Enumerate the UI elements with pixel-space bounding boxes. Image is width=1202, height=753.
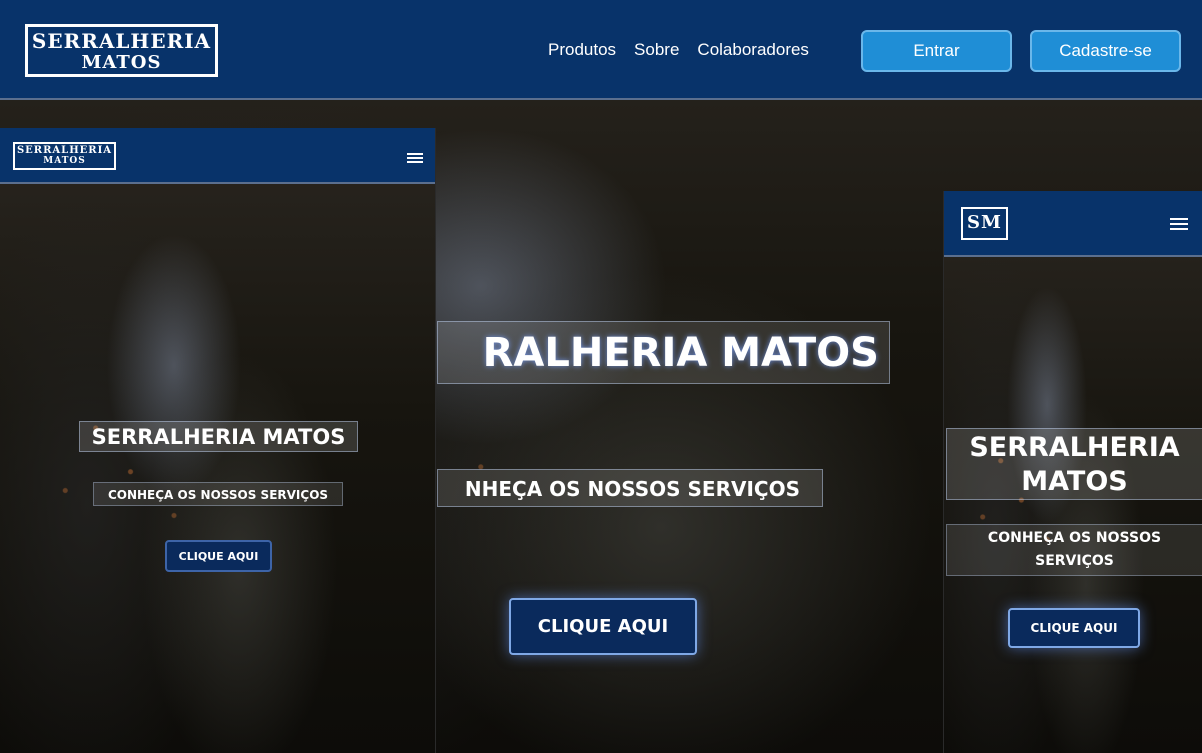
brand-logo-line1: SERRALHERIA — [31, 29, 212, 53]
tablet-view: SERRALHERIA MATOS SERRALHERIA MATOS CONH… — [0, 128, 436, 753]
tablet-header: SERRALHERIA MATOS — [0, 128, 435, 184]
login-button[interactable]: Entrar — [861, 30, 1012, 72]
nav-link-colaboradores[interactable]: Colaboradores — [697, 40, 809, 60]
hero-subtitle-line2: SERVIÇOS — [1035, 553, 1114, 569]
desktop-header: SERRALHERIA MATOS Produtos Sobre Colabor… — [0, 0, 1202, 100]
hero-subtitle: CONHEÇA OS NOSSOS SERVIÇOS — [946, 524, 1202, 576]
brand-logo-line2: MATOS — [43, 156, 86, 166]
nav-link-produtos[interactable]: Produtos — [548, 40, 616, 60]
hero-subtitle: NHEÇA OS NOSSOS SERVIÇOS — [437, 469, 823, 507]
brand-logo-line2: MATOS — [81, 52, 162, 73]
brand-monogram-logo[interactable]: SM — [961, 207, 1008, 240]
hero-cta-button[interactable]: CLIQUE AQUI — [1008, 608, 1140, 648]
hero-subtitle: CONHEÇA OS NOSSOS SERVIÇOS — [93, 482, 343, 506]
brand-logo-line1: SERRALHERIA — [16, 145, 113, 156]
signup-button[interactable]: Cadastre-se — [1030, 30, 1181, 72]
hero-subtitle-line1: CONHEÇA OS NOSSOS — [987, 530, 1162, 546]
nav-link-sobre[interactable]: Sobre — [634, 40, 679, 60]
mobile-view: SM SERRALHERIA MATOS CONHEÇA OS NOSSOS S… — [943, 191, 1202, 753]
main-nav: Produtos Sobre Colaboradores — [548, 40, 809, 60]
hero-title-line2: MATOS — [1021, 466, 1128, 497]
hero-title: RALHERIA MATOS — [437, 321, 890, 384]
hamburger-menu-icon[interactable] — [1170, 218, 1188, 230]
hamburger-menu-icon[interactable] — [407, 153, 423, 163]
hero-cta-button[interactable]: CLIQUE AQUI — [509, 598, 697, 655]
mobile-header: SM — [944, 191, 1202, 257]
hero-title: SERRALHERIA MATOS — [946, 428, 1202, 500]
hero-cta-button[interactable]: CLIQUE AQUI — [165, 540, 272, 572]
brand-logo[interactable]: SERRALHERIA MATOS — [25, 24, 218, 77]
hero-title: SERRALHERIA MATOS — [79, 421, 358, 452]
brand-logo[interactable]: SERRALHERIA MATOS — [13, 142, 116, 170]
hero-title-line1: SERRALHERIA — [969, 432, 1180, 463]
